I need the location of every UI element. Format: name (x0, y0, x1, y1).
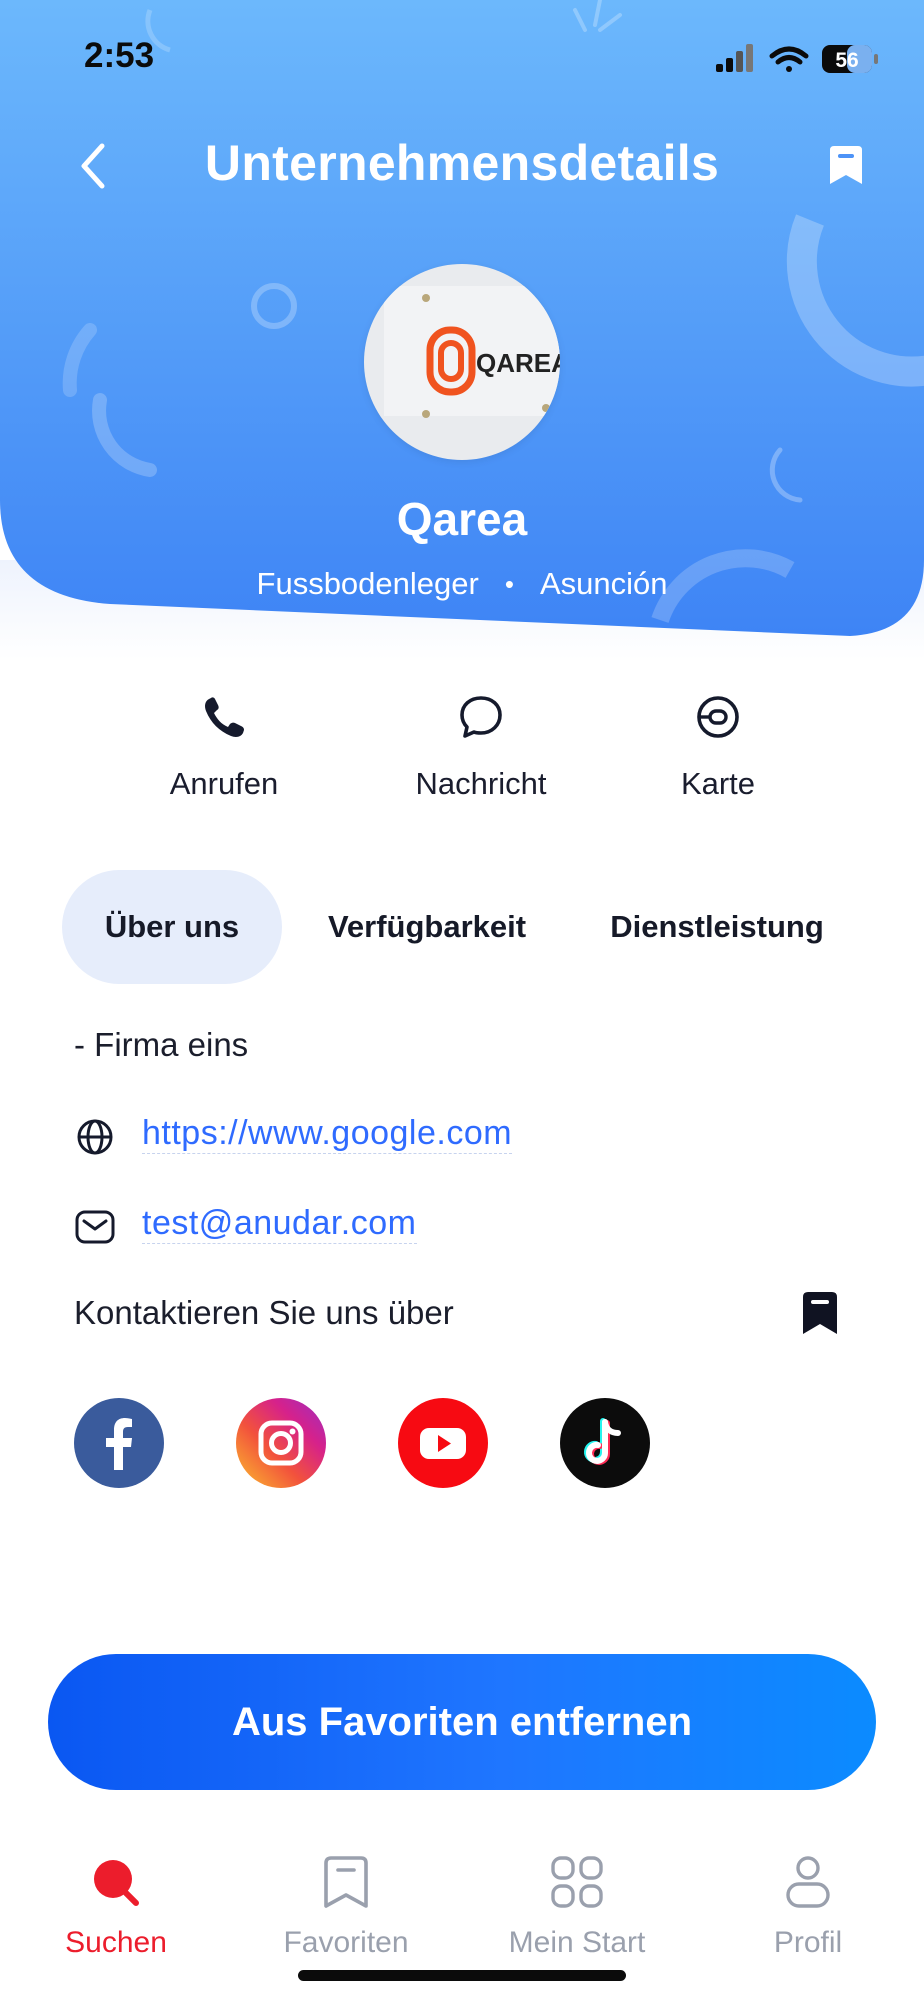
bookmark-filled-icon (830, 146, 862, 184)
tab-availability[interactable]: Verfügbarkeit (282, 870, 572, 984)
call-button[interactable]: Anrufen (114, 690, 334, 802)
nav-profile-label: Profil (773, 1926, 843, 1959)
nav-search[interactable]: Suchen (1, 1850, 231, 1960)
nav-favorites[interactable]: Favoriten (231, 1850, 461, 1960)
nav-profile[interactable]: Profil (693, 1850, 923, 1960)
tiktok-button[interactable] (560, 1398, 650, 1488)
tab-bar: Über uns Verfügbarkeit Dienstleistung (62, 870, 862, 984)
instagram-icon (258, 1420, 304, 1466)
grid-icon (551, 1856, 603, 1908)
remove-favorite-button[interactable]: Aus Favoriten entfernen (48, 1654, 876, 1790)
call-label: Anrufen (169, 766, 279, 801)
youtube-button[interactable] (398, 1398, 488, 1488)
tab-services[interactable]: Dienstleistung (572, 870, 862, 984)
meta-separator: • (504, 569, 514, 599)
bookmark-icon (324, 1856, 368, 1908)
youtube-icon (420, 1428, 466, 1459)
battery-icon: 56 (822, 45, 878, 73)
message-button[interactable]: Nachricht (371, 690, 591, 802)
contact-heading: Kontaktieren Sie uns über (74, 1294, 454, 1331)
website-link[interactable]: https://www.google.com (142, 1114, 513, 1154)
bookmark-button[interactable] (818, 136, 874, 196)
search-icon (94, 1860, 139, 1906)
nav-search-label: Suchen (65, 1926, 167, 1959)
company-category: Fussbodenleger (256, 566, 479, 601)
bookmark-icon[interactable] (800, 1290, 840, 1336)
company-logo: QAREA (364, 264, 560, 460)
status-time: 2:53 (84, 36, 155, 75)
home-indicator (298, 1970, 626, 1981)
message-label: Nachricht (415, 766, 547, 801)
instagram-button[interactable] (236, 1398, 326, 1488)
phone-icon (205, 697, 244, 737)
nav-home[interactable]: Mein Start (462, 1850, 692, 1960)
wifi-icon (769, 46, 809, 72)
qarea-logo-icon: QAREA (384, 286, 560, 418)
user-icon (786, 1856, 830, 1908)
nav-home-label: Mein Start (508, 1926, 646, 1959)
status-icons: 56 (712, 40, 882, 80)
company-city: Asunción (539, 566, 668, 601)
chat-bubble-icon (460, 696, 502, 738)
facebook-icon (106, 1418, 132, 1470)
map-pin-icon (697, 696, 739, 738)
battery-level: 56 (835, 49, 858, 72)
page-title: Unternehmensdetails (204, 135, 720, 191)
map-label: Karte (680, 766, 756, 801)
facebook-button[interactable] (74, 1398, 164, 1488)
globe-icon (77, 1119, 113, 1155)
company-name: Qarea (396, 493, 528, 545)
signal-icon (716, 44, 753, 72)
mail-icon (75, 1210, 115, 1244)
email-link[interactable]: test@anudar.com (142, 1204, 417, 1244)
map-button[interactable]: Karte (608, 690, 828, 802)
company-meta: Fussbodenleger • Asunción (0, 566, 924, 602)
logo-text: QAREA (476, 348, 560, 378)
nav-favorites-label: Favoriten (283, 1926, 409, 1959)
tab-about[interactable]: Über uns (62, 870, 282, 984)
about-description: - Firma eins (74, 1026, 249, 1063)
tiktok-icon (584, 1418, 621, 1465)
